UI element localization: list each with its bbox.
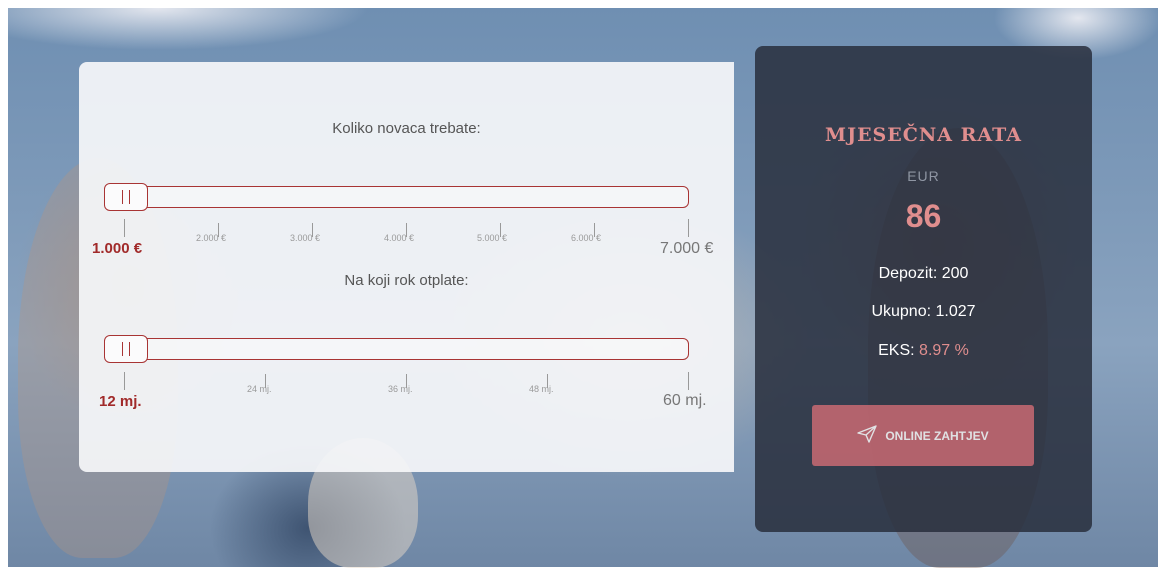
grip-icon: [122, 190, 130, 204]
loan-min-label: 1.000 €: [92, 240, 143, 257]
total-label: Ukupno:: [871, 303, 932, 320]
loan-amount-handle[interactable]: [104, 183, 148, 211]
tick-label: 6.000 €: [571, 233, 602, 243]
loan-term-handle[interactable]: [104, 335, 148, 363]
tick-label: 4.000 €: [384, 233, 415, 243]
tick-label: 2.000 €: [196, 233, 227, 243]
result-panel: MJESEČNA RATA EUR 86 Depozit: 200 Ukupno…: [755, 46, 1092, 532]
loan-amount-title: Koliko novaca trebate:: [332, 120, 481, 137]
online-request-label: ONLINE ZAHTJEV: [885, 428, 989, 443]
eks-line: EKS: 8.97 %: [755, 342, 1092, 360]
monthly-rate-value: 86: [905, 198, 942, 234]
loan-term-title: Na koji rok otplate:: [344, 272, 469, 289]
deposit-line: Depozit: 200: [755, 265, 1092, 283]
loan-term-track[interactable]: [104, 338, 689, 360]
eks-label: EKS:: [878, 342, 915, 359]
total-value: 1.027: [935, 303, 976, 320]
total-line: Ukupno: 1.027: [755, 303, 1092, 321]
term-min-label: 12 mj.: [99, 393, 142, 410]
deposit-value: 200: [941, 265, 969, 282]
loan-amount-track[interactable]: [104, 186, 689, 208]
calculator-panel: Koliko novaca trebate: 1.000 € 2.000 € 3…: [79, 62, 734, 472]
tick-mark: [688, 219, 689, 237]
online-request-button[interactable]: ONLINE ZAHTJEV: [812, 405, 1034, 466]
eks-value: 8.97 %: [919, 342, 969, 359]
tick-label: 24 mj.: [247, 384, 272, 394]
tick-label: 36 mj.: [388, 384, 413, 394]
monthly-rate-title: MJESEČNA RATA: [825, 124, 1022, 146]
tick-label: 3.000 €: [290, 233, 321, 243]
paper-plane-icon: [857, 425, 878, 446]
tick-label: 48 mj.: [529, 384, 554, 394]
grip-icon: [122, 342, 130, 356]
loan-max-label: 7.000 €: [660, 240, 714, 257]
term-max-label: 60 mj.: [663, 392, 707, 409]
tick-mark: [124, 372, 125, 390]
tick-mark: [688, 372, 689, 390]
deposit-label: Depozit:: [878, 265, 938, 282]
tick-label: 5.000 €: [477, 233, 508, 243]
tick-mark: [124, 219, 125, 237]
currency-label: EUR: [907, 168, 940, 184]
